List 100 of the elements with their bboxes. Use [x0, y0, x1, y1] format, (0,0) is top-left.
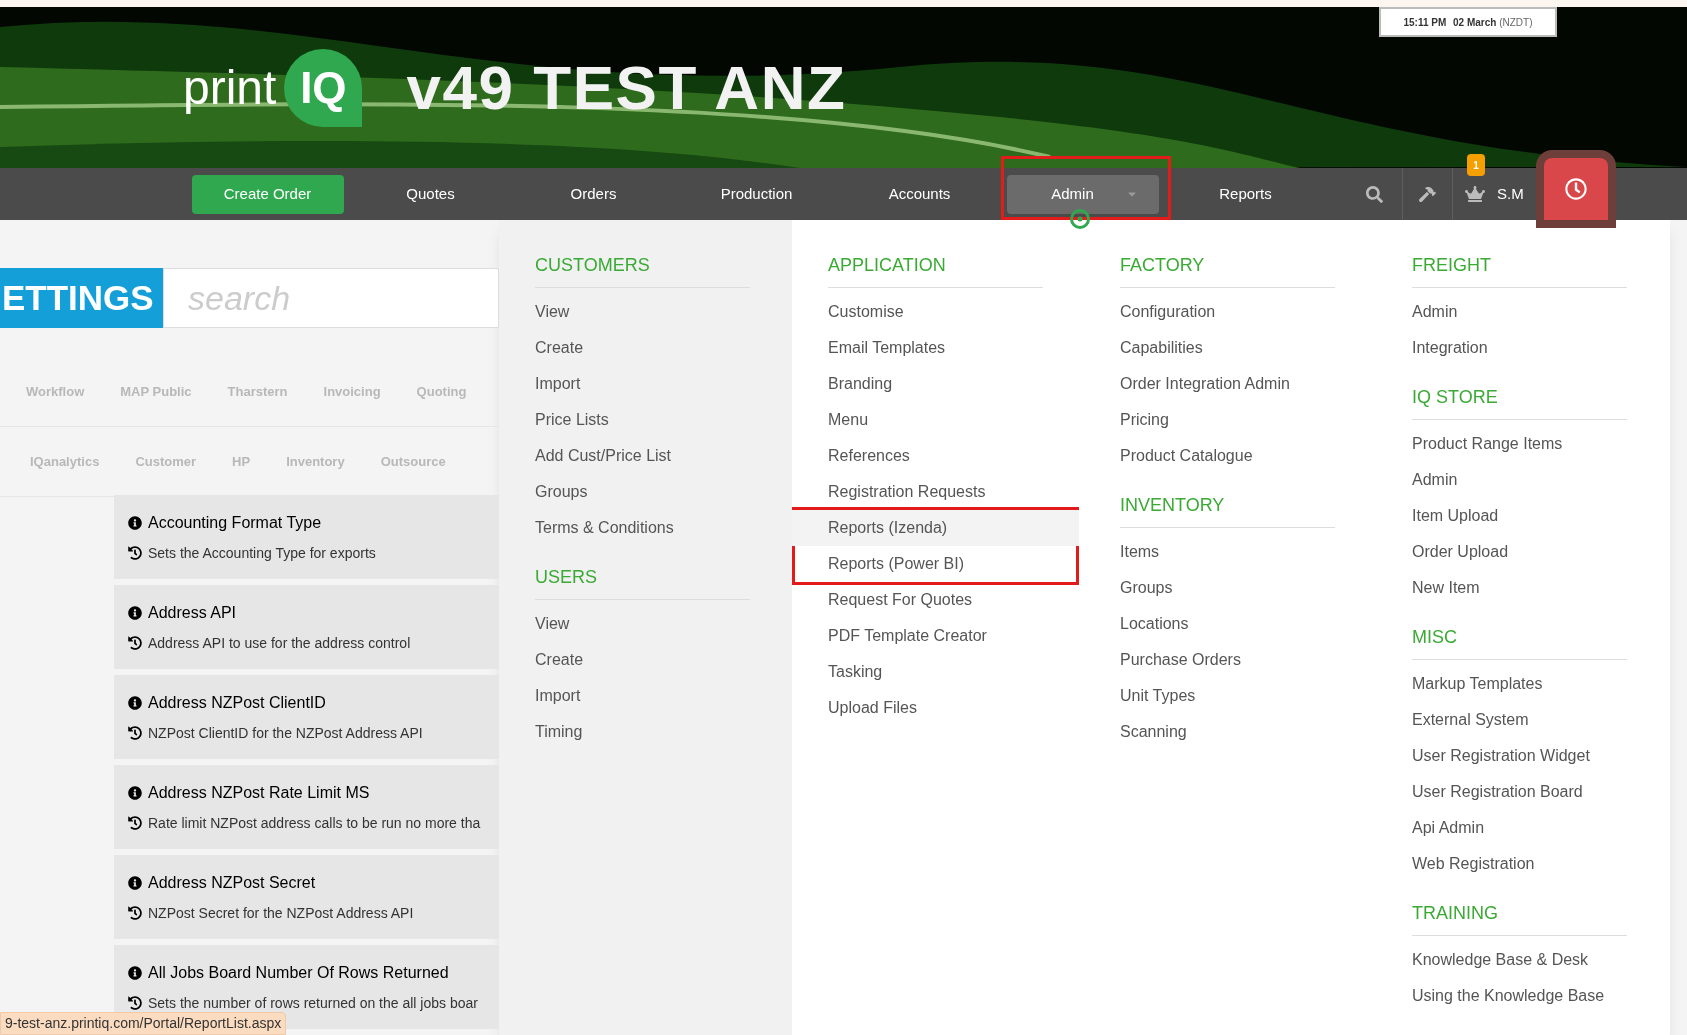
menu-item[interactable]: Reports (Izenda) [792, 510, 1079, 546]
setting-title: Address NZPost Rate Limit MS [148, 782, 370, 803]
page-title: ETTINGS [0, 268, 163, 328]
nav-link[interactable]: Quotes [354, 174, 507, 214]
menu-item[interactable]: Reports (Power BI) [828, 546, 1043, 582]
menu-heading: FREIGHT [1412, 248, 1627, 288]
info-icon [128, 695, 142, 710]
menu-item[interactable]: Api Admin [1412, 810, 1627, 846]
menu-item[interactable]: Purchase Orders [1120, 642, 1335, 678]
menu-heading: TRAINING [1412, 896, 1627, 936]
menu-item[interactable]: Using the Knowledge Base [1412, 978, 1627, 1014]
menu-item[interactable]: Timing [535, 714, 750, 750]
menu-item[interactable]: Menu [828, 402, 1043, 438]
menu-item[interactable]: Add Cust/Price List [535, 438, 750, 474]
site-title: v49 TEST ANZ [406, 52, 847, 124]
setting-title: Address API [148, 602, 237, 623]
setting-description: Address API to use for the address control [148, 633, 411, 653]
menu-item[interactable]: Knowledge Base & Desk [1412, 942, 1627, 978]
menu-item[interactable]: View [535, 294, 750, 330]
hammer-icon [1419, 185, 1436, 203]
setting-card[interactable]: Address NZPost Rate Limit MS Rate limit NZPost address calls to be run no more tha [114, 765, 499, 849]
crown-icon [1465, 185, 1485, 203]
menu-item[interactable]: Admin [1412, 294, 1627, 330]
menu-item[interactable]: Price Lists [535, 402, 750, 438]
menu-item[interactable]: Import [535, 678, 750, 714]
nav-dropdown[interactable]: Admin [1006, 174, 1159, 214]
menu-item[interactable]: User Registration Board [1412, 774, 1627, 810]
menu-item[interactable]: Unit Types [1120, 678, 1335, 714]
menu-heading: IQ STORE [1412, 380, 1627, 420]
info-icon [128, 605, 142, 620]
menu-item[interactable]: New Item [1412, 570, 1627, 606]
menu-item[interactable]: PDF Template Creator [828, 618, 1043, 654]
info-icon [128, 785, 142, 800]
menu-item[interactable]: Integration [1412, 330, 1627, 366]
menu-item[interactable]: Groups [535, 474, 750, 510]
menu-heading: USERS [535, 560, 750, 600]
menu-item[interactable]: Web Registration [1412, 846, 1627, 882]
setting-card[interactable]: Address API Address API to use for the address control [114, 585, 499, 669]
menu-item[interactable]: Email Templates [828, 330, 1043, 366]
status-url: 9-test-anz.printiq.com/Portal/ReportList.aspx [0, 1012, 287, 1035]
menu-item[interactable]: Tasking [828, 654, 1043, 690]
clock-box: 15:11 PM 02 March (NZDT) [1379, 7, 1557, 37]
nav-link[interactable]: Accounts [843, 174, 996, 214]
history-icon [128, 636, 142, 650]
menu-item[interactable]: Admin [1412, 462, 1627, 498]
menu-item[interactable]: Request For Quotes [828, 582, 1043, 618]
history-icon [128, 816, 142, 830]
menu-item[interactable]: Items [1120, 534, 1335, 570]
menu-item[interactable]: Create [535, 330, 750, 366]
menu-item[interactable]: Create [535, 642, 750, 678]
clock-icon [1564, 178, 1587, 200]
menu-item[interactable]: Registration Requests [828, 474, 1043, 510]
setting-title: Address NZPost Secret [148, 872, 316, 893]
info-icon [128, 515, 142, 530]
menu-heading: INVENTORY [1120, 488, 1335, 528]
info-icon [128, 965, 142, 980]
search-icon [1366, 185, 1383, 203]
menu-item[interactable]: Capabilities [1120, 330, 1335, 366]
menu-item[interactable]: Product Range Items [1412, 426, 1627, 462]
menu-item[interactable]: Product Catalogue [1120, 438, 1335, 474]
menu-item[interactable]: References [828, 438, 1043, 474]
menu-heading: APPLICATION [828, 248, 1043, 288]
menu-item[interactable]: Pricing [1120, 402, 1335, 438]
menu-item[interactable]: Terms & Conditions [535, 510, 750, 546]
setting-description: Sets the number of rows returned on the all jobs boar [148, 993, 478, 1013]
menu-item[interactable]: Branding [828, 366, 1043, 402]
setting-card[interactable]: Address NZPost Secret NZPost Secret for the NZPost Address API [114, 855, 499, 939]
menu-item[interactable]: External System [1412, 702, 1627, 738]
setting-title: Accounting Format Type [148, 512, 322, 533]
setting-title: Address NZPost ClientID [148, 692, 326, 713]
logo-text: print [183, 59, 277, 116]
setting-description: Rate limit NZPost address calls to be run no more tha [148, 813, 481, 833]
setting-description: NZPost Secret for the NZPost Address API [148, 903, 414, 923]
cursor-ring-icon [1069, 208, 1091, 230]
menu-item[interactable]: Order Integration Admin [1120, 366, 1335, 402]
nav-link[interactable]: Reports [1169, 174, 1322, 214]
notification-badge: 1 [1467, 154, 1485, 176]
setting-card[interactable]: Accounting Format Type Sets the Accounting Type for exports [114, 495, 499, 579]
menu-item[interactable]: Markup Templates [1412, 666, 1627, 702]
nav-link[interactable]: Production [680, 174, 833, 214]
menu-item[interactable]: Item Upload [1412, 498, 1627, 534]
setting-description: Sets the Accounting Type for exports [148, 543, 376, 563]
menu-item[interactable]: Scanning [1120, 714, 1335, 750]
menu-item[interactable]: Configuration [1120, 294, 1335, 330]
menu-item[interactable]: Groups [1120, 570, 1335, 606]
setting-description: NZPost ClientID for the NZPost Address API [148, 723, 423, 743]
menu-item[interactable]: Locations [1120, 606, 1335, 642]
menu-item[interactable]: Customise [828, 294, 1043, 330]
menu-item[interactable]: View [535, 606, 750, 642]
menu-item[interactable]: Order Upload [1412, 534, 1627, 570]
setting-card[interactable]: Address NZPost ClientID NZPost ClientID for the NZPost Address API [114, 675, 499, 759]
history-icon [128, 726, 142, 740]
history-icon [128, 546, 142, 560]
menu-item[interactable]: User Registration Widget [1412, 738, 1627, 774]
setting-title: All Jobs Board Number Of Rows Returned [148, 962, 449, 983]
menu-item[interactable]: Import [535, 366, 750, 402]
history-icon [128, 906, 142, 920]
menu-item[interactable]: Upload Files [828, 690, 1043, 726]
nav-link[interactable]: Orders [517, 174, 670, 214]
menu-heading: FACTORY [1120, 248, 1335, 288]
